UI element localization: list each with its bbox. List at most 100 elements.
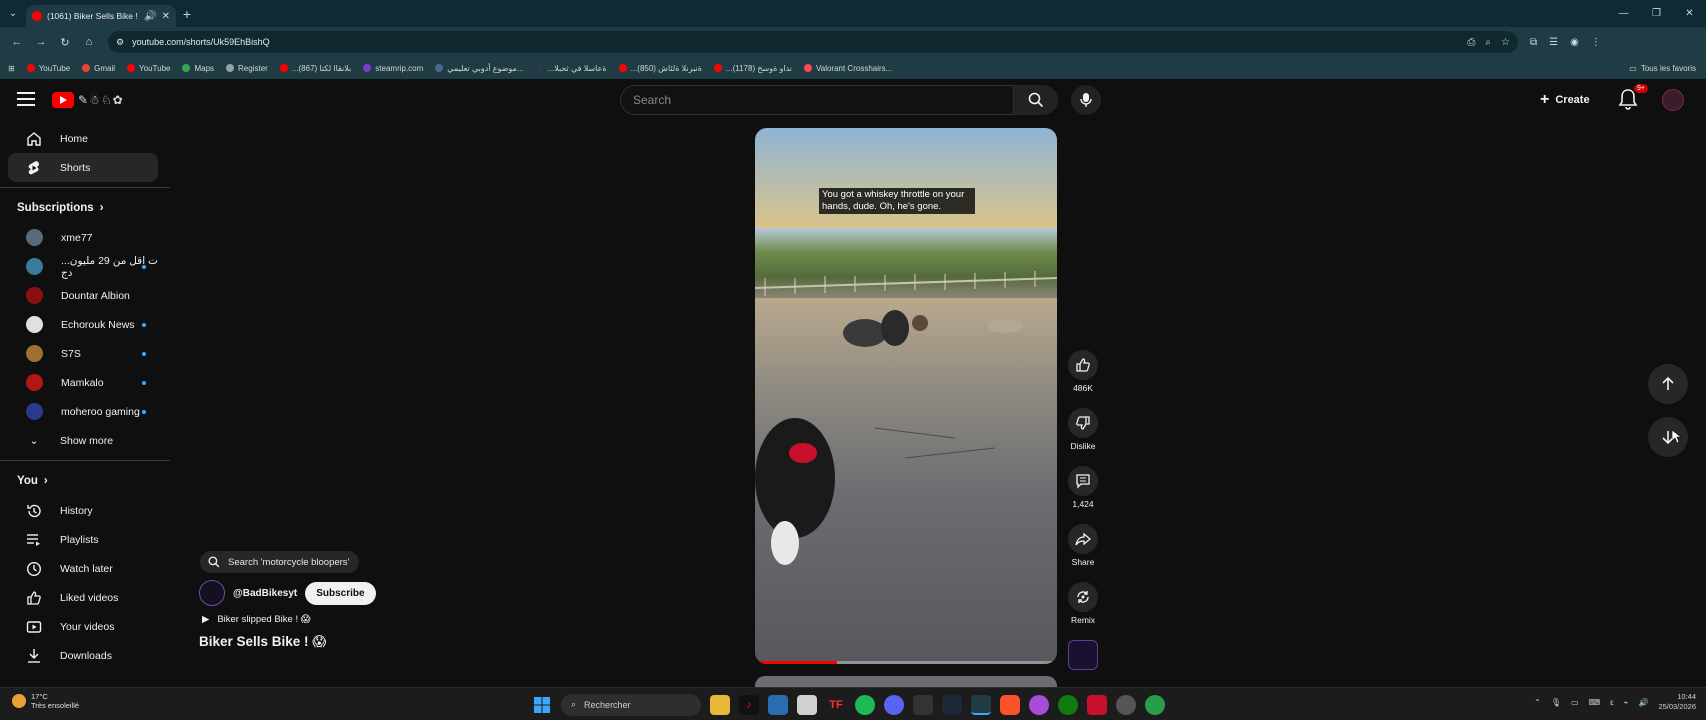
tray-mic-icon[interactable]: 🎙 — [1551, 698, 1561, 707]
related-video-link[interactable]: ▶ Biker slipped Bike ! 😱 — [202, 614, 311, 625]
short-title[interactable]: Biker Sells Bike ! 😱 — [199, 634, 326, 650]
previous-short-button[interactable] — [1648, 364, 1688, 404]
bookmark-star-icon[interactable]: ☆ — [1501, 37, 1510, 48]
restore-icon[interactable]: ❐ — [1640, 0, 1673, 27]
tray-chevron-up-icon[interactable]: ⌃ — [1534, 698, 1541, 707]
bookmark-item[interactable]: Maps — [182, 64, 214, 73]
tray-language-icon[interactable]: ε — [1610, 698, 1614, 707]
you-heading[interactable]: You › — [0, 466, 170, 496]
windows-start-icon[interactable] — [532, 695, 552, 715]
file-explorer-icon[interactable] — [710, 694, 730, 715]
remix-button[interactable] — [1068, 582, 1098, 612]
search-button[interactable] — [1014, 85, 1058, 115]
comments-button[interactable] — [1068, 466, 1098, 496]
like-button[interactable] — [1068, 350, 1098, 380]
bookmark-item[interactable]: ...ةعاسلا في ثحبلا — [535, 64, 607, 73]
dislike-button[interactable] — [1068, 408, 1098, 438]
subscription-item[interactable]: moheroo gaming — [8, 397, 158, 426]
zoom-icon[interactable]: ⌕ — [1485, 37, 1491, 48]
tray-network-icon[interactable]: ⌁ — [1624, 698, 1629, 707]
extensions-icon[interactable]: ⧉ — [1530, 37, 1537, 48]
share-button[interactable] — [1068, 524, 1098, 554]
related-search-chip[interactable]: Search 'motorcycle bloopers' — [200, 551, 360, 573]
terminal-icon[interactable] — [913, 694, 933, 715]
sidebar-item-liked-videos[interactable]: Liked videos — [8, 583, 158, 612]
close-window-icon[interactable]: ✕ — [1673, 0, 1706, 27]
clock[interactable]: 10:44 25/03/2026 — [1658, 692, 1696, 712]
chrome-icon[interactable] — [971, 694, 991, 715]
tiktok-icon[interactable]: ♪ — [739, 694, 759, 715]
channel-name[interactable]: @BadBikesyt — [233, 588, 297, 599]
subscription-item[interactable]: Echorouk News — [8, 310, 158, 339]
minimize-icon[interactable]: — — [1607, 0, 1640, 27]
next-short-button[interactable] — [1648, 417, 1688, 457]
show-more-button[interactable]: ⌄ Show more — [8, 426, 158, 455]
shorts-video-player[interactable]: You got a whiskey throttle on your hands… — [755, 128, 1057, 664]
voice-search-button[interactable] — [1071, 85, 1101, 115]
tray-input-icon[interactable]: ⌨ — [1589, 698, 1601, 707]
subscription-item[interactable]: ...ت اقل من 29 مليون دج — [8, 252, 158, 281]
browser-menu-icon[interactable]: ⋮ — [1591, 37, 1601, 48]
bookmark-item[interactable]: Gmail — [82, 64, 115, 73]
forward-icon[interactable]: → — [30, 31, 52, 53]
bookmark-item[interactable]: steamrip.com — [363, 64, 423, 73]
weather-widget[interactable]: 17°C Très ensoleillé — [12, 692, 79, 710]
sidebar-item-shorts[interactable]: Shorts — [8, 153, 158, 182]
discord-icon[interactable] — [884, 694, 904, 715]
channel-avatar[interactable] — [199, 580, 225, 606]
taskbar-search[interactable]: ⌕ Rechercher — [561, 693, 701, 716]
all-bookmarks[interactable]: ▭ Tous les favoris — [1629, 57, 1696, 79]
red-app-icon[interactable] — [1087, 694, 1107, 715]
video-progress-bar[interactable] — [755, 661, 1057, 664]
speaker-icon[interactable]: 🔊 — [144, 11, 156, 22]
profile-icon[interactable]: ◉ — [1570, 37, 1579, 48]
tray-volume-icon[interactable]: 🔊 — [1638, 698, 1648, 707]
menu-icon[interactable] — [17, 92, 35, 110]
bookmark-item[interactable]: ...بلانقاا لكتا (867) — [279, 64, 351, 73]
bookmark-item[interactable]: ...نداو ةوسخ (1178) — [713, 64, 792, 73]
site-info-icon[interactable]: ⚙ — [116, 37, 124, 48]
sidebar-item-downloads[interactable]: Downloads — [8, 641, 158, 670]
bookmark-item[interactable]: YouTube — [127, 64, 170, 73]
app-window-icon[interactable] — [768, 694, 788, 715]
media-app-icon[interactable] — [1029, 694, 1049, 715]
tab-groups-icon[interactable]: ☰ — [1549, 37, 1558, 48]
subscription-item[interactable]: Dountar Albion — [8, 281, 158, 310]
sidebar-item-home[interactable]: Home — [8, 124, 158, 153]
notifications-button[interactable]: 9+ — [1618, 84, 1648, 112]
bookmark-item[interactable]: YouTube — [26, 64, 70, 73]
subscription-item[interactable]: Mamkalo — [8, 368, 158, 397]
xbox-icon[interactable] — [1058, 694, 1078, 715]
sidebar-item-your-videos[interactable]: Your videos — [8, 612, 158, 641]
bookmark-item[interactable]: Valorant Crosshairs... — [804, 64, 892, 73]
address-bar[interactable]: ⚙ youtube.com/shorts/Uk59EhBishQ ⎙ ⌕ ☆ — [108, 31, 1518, 53]
install-app-icon[interactable]: ⎙ — [1467, 37, 1475, 48]
sidebar-item-watch-later[interactable]: Watch later — [8, 554, 158, 583]
brave-icon[interactable] — [1000, 694, 1020, 715]
tab-search-icon[interactable]: ⌄ — [0, 0, 26, 27]
bookmark-item[interactable]: ...ةنبرنلا ةلئاش (850) — [618, 64, 702, 73]
bookmark-item[interactable]: موضوع أدوبي تعليمي... — [435, 64, 524, 73]
account-avatar[interactable] — [1662, 89, 1684, 111]
subscriptions-heading[interactable]: Subscriptions › — [0, 193, 170, 223]
apps-grid-icon[interactable]: ⊞ — [8, 64, 15, 73]
close-tab-icon[interactable]: ✕ — [162, 11, 170, 22]
browser-tab[interactable]: (1061) Biker Sells Bike ! 😱 - 🔊 ✕ — [26, 5, 176, 27]
sidebar-item-history[interactable]: History — [8, 496, 158, 525]
sound-avatar[interactable] — [1068, 640, 1098, 670]
tray-display-icon[interactable]: ▭ — [1571, 698, 1579, 707]
reload-icon[interactable]: ↻ — [54, 31, 76, 53]
steam-icon[interactable] — [942, 694, 962, 715]
home-browser-icon[interactable]: ⌂ — [78, 31, 100, 53]
search-input[interactable]: Search — [620, 85, 1014, 115]
youtube-logo[interactable]: ✎☃♘✿ — [52, 92, 124, 108]
new-tab-button[interactable]: + — [176, 6, 198, 22]
tf-icon[interactable]: TF — [826, 695, 846, 715]
subscribe-button[interactable]: Subscribe — [305, 581, 376, 605]
create-button[interactable]: + Create — [1540, 87, 1590, 113]
store-icon[interactable] — [797, 694, 817, 715]
subscription-item[interactable]: xme77 — [8, 223, 158, 252]
settings-app-icon[interactable] — [1116, 694, 1136, 715]
bookmark-item[interactable]: Register — [226, 64, 268, 73]
subscription-item[interactable]: S7S — [8, 339, 158, 368]
